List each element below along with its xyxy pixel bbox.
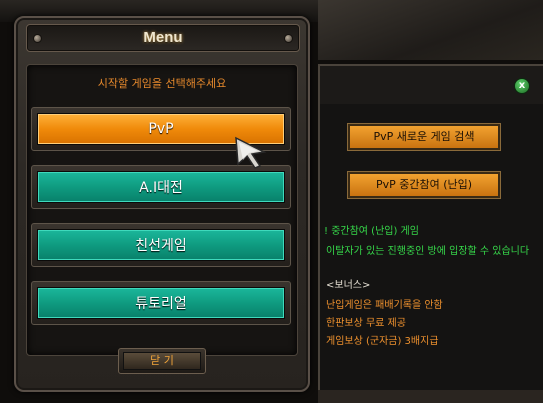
- info-header: x: [320, 66, 543, 104]
- ai-battle-button-frame: A.I대전: [31, 165, 291, 209]
- close-icon[interactable]: x: [514, 78, 530, 94]
- menu-title-bar: Menu: [26, 24, 300, 52]
- friendly-game-button[interactable]: 친선게임: [37, 229, 285, 261]
- info-panel: x PvP 새로운 게임 검색 PvP 중간참여 (난입) ! 중간참여 (난입…: [318, 64, 543, 390]
- pvp-search-button[interactable]: PvP 새로운 게임 검색: [347, 123, 501, 151]
- mouse-cursor-icon: [235, 136, 267, 169]
- background-scenery: [318, 0, 543, 60]
- tutorial-button[interactable]: 튜토리얼: [37, 287, 285, 319]
- bonus-heading: <보너스>: [326, 280, 371, 291]
- bonus-item: 난입게임은 패배기록을 안함: [326, 300, 443, 311]
- pvp-join-button[interactable]: PvP 중간참여 (난입): [347, 171, 501, 199]
- close-button[interactable]: 닫 기: [123, 352, 201, 370]
- close-button-frame: 닫 기: [118, 348, 206, 374]
- menu-title: Menu: [143, 29, 183, 46]
- join-description: 이탈자가 있는 진행중인 방에 입장할 수 있습니다: [326, 246, 530, 257]
- menu-window: Menu 시작할 게임을 선택해주세요 PvP A.I대전 친선게임 튜토리얼 …: [14, 16, 310, 392]
- join-heading: ! 중간참여 (난입) 게임: [324, 226, 419, 237]
- bonus-item: 게임보상 (군자금) 3배지급: [326, 336, 439, 347]
- info-body: PvP 새로운 게임 검색 PvP 중간참여 (난입) ! 중간참여 (난입) …: [320, 104, 543, 390]
- background-bottom: [318, 390, 543, 403]
- friendly-game-button-frame: 친선게임: [31, 223, 291, 267]
- tutorial-button-frame: 튜토리얼: [31, 281, 291, 325]
- menu-subtitle: 시작할 게임을 선택해주세요: [97, 77, 227, 90]
- bonus-item: 한판보상 무료 제공: [326, 318, 406, 329]
- ai-battle-button[interactable]: A.I대전: [37, 171, 285, 203]
- menu-panel: 시작할 게임을 선택해주세요 PvP A.I대전 친선게임 튜토리얼: [26, 64, 298, 356]
